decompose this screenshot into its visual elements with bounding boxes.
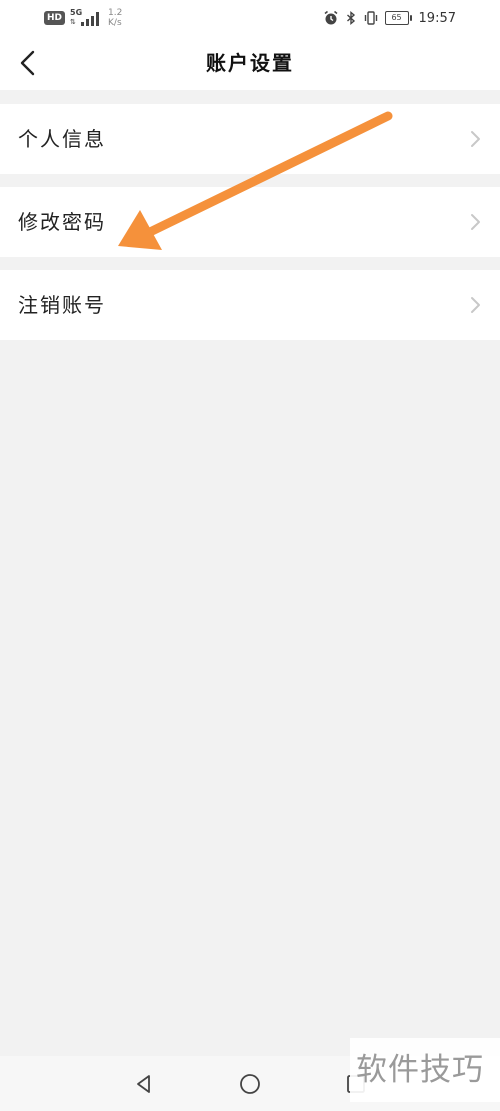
status-left: HD 5G ⇅ 1.2 K/s — [44, 8, 128, 28]
menu-item-personal-info[interactable]: 个人信息 — [0, 104, 500, 174]
menu-item-label: 个人信息 — [18, 127, 106, 151]
nav-home-button[interactable] — [238, 1072, 262, 1096]
signal-icon: 5G ⇅ — [70, 8, 100, 28]
account-settings-screen: HD 5G ⇅ 1.2 K/s 65 19:57 账户设置 个人信息 修改密码 … — [0, 0, 500, 1111]
triangle-back-icon — [137, 1075, 150, 1093]
menu-item-change-password[interactable]: 修改密码 — [0, 187, 500, 257]
bluetooth-icon — [346, 11, 355, 25]
alarm-icon — [324, 10, 338, 25]
nav-back-button[interactable] — [132, 1072, 156, 1096]
menu-item-delete-account[interactable]: 注销账号 — [0, 270, 500, 340]
app-header: 账户设置 — [0, 36, 500, 90]
battery-indicator: 65 — [384, 11, 412, 25]
data-arrows-icon: ⇅ — [70, 18, 76, 26]
chevron-right-icon — [471, 131, 480, 147]
hd-badge: HD — [44, 11, 66, 25]
network-speed: 1.2 K/s — [108, 8, 128, 28]
vibrate-icon — [364, 11, 377, 25]
speed-value: 1.2 — [108, 8, 123, 18]
chevron-right-icon — [471, 297, 480, 313]
watermark: 软件技巧 — [350, 1038, 500, 1102]
chevron-right-icon — [471, 214, 480, 230]
status-bar: HD 5G ⇅ 1.2 K/s 65 19:57 — [0, 0, 500, 36]
menu-item-label: 注销账号 — [18, 293, 106, 317]
circle-home-icon — [240, 1074, 260, 1094]
page-title: 账户设置 — [206, 51, 294, 75]
signal-bars-icon — [81, 12, 100, 26]
status-right: 65 19:57 — [323, 8, 456, 28]
speed-unit: K/s — [108, 18, 122, 28]
clock: 19:57 — [418, 10, 456, 26]
menu-item-label: 修改密码 — [18, 210, 106, 234]
